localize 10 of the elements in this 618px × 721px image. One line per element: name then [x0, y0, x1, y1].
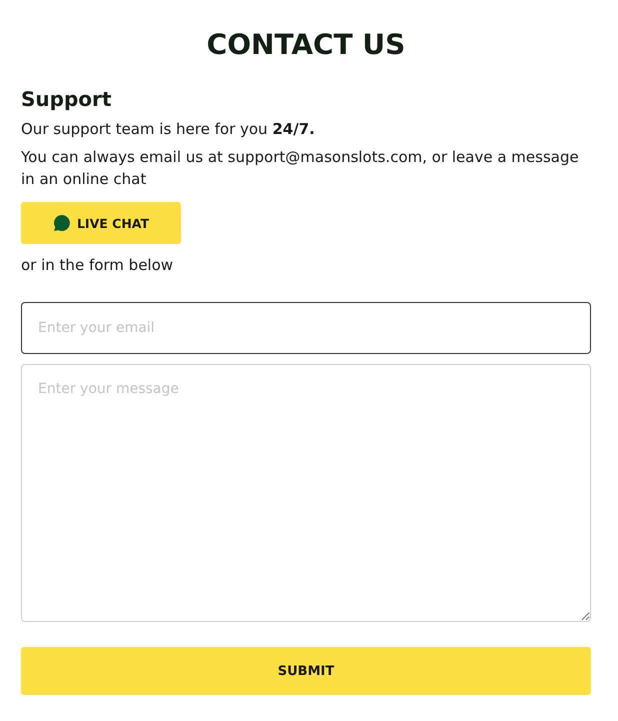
section-heading: Support — [21, 86, 112, 112]
live-chat-button[interactable]: LIVE CHAT — [21, 202, 181, 244]
email-field[interactable]: Enter your email — [21, 302, 591, 354]
paragraph: Our support team is here for you 24/7. — [21, 119, 315, 140]
submit-button[interactable]: SUBMIT — [21, 647, 591, 695]
paragraph: or in the form below — [21, 255, 174, 276]
chat-bubble-icon — [52, 214, 71, 232]
page-title: CONTACT US — [206, 27, 406, 63]
paragraph: You can always email us at support@masonslots.com, or leave a message in an online chat — [21, 147, 580, 190]
message-field[interactable]: Enter your message — [21, 364, 591, 622]
